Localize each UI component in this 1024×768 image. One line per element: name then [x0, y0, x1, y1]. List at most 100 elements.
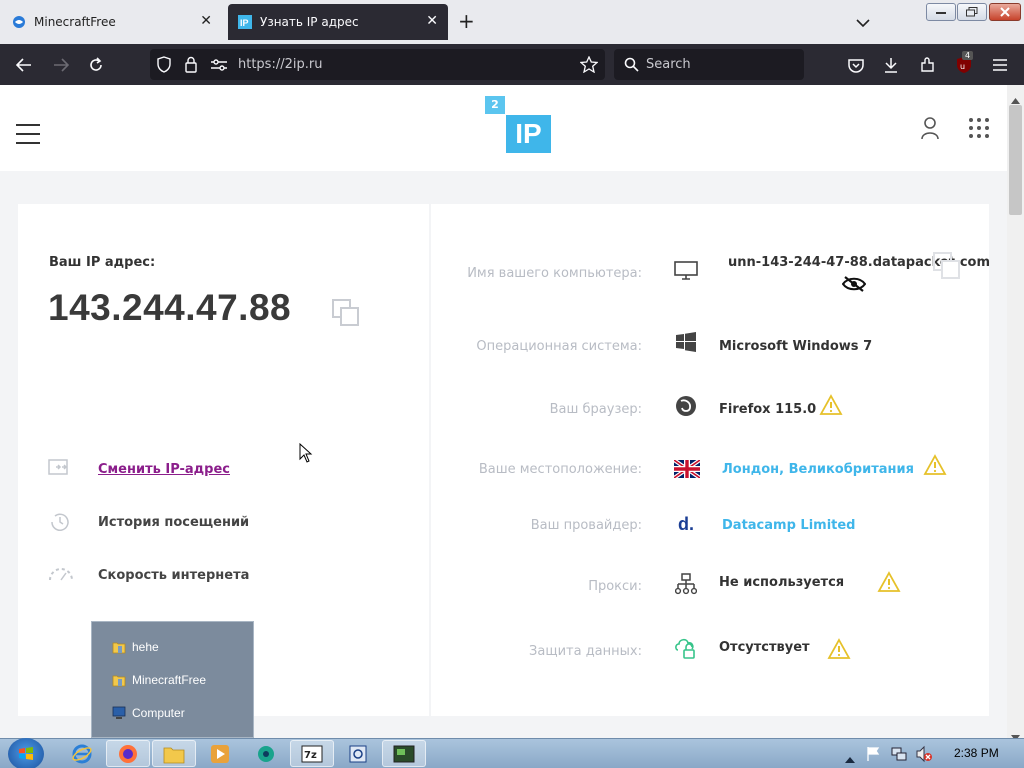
change-ip-link[interactable]: Сменить IP-адрес	[48, 457, 230, 481]
volume-muted-icon[interactable]	[915, 745, 933, 767]
7zip-icon[interactable]: 7z	[290, 740, 334, 767]
tray-expand-icon[interactable]	[845, 749, 855, 768]
media-player-icon[interactable]	[198, 740, 242, 767]
taskbar-folder-popup: hehe MinecraftFree Computer	[91, 621, 254, 738]
close-tab-icon[interactable]: ✕	[200, 14, 212, 28]
taskbar-clock[interactable]: 2:38 PM	[954, 746, 999, 760]
bookmark-star-icon[interactable]	[579, 55, 599, 77]
tab-favicon-icon	[12, 15, 26, 29]
pocket-icon[interactable]	[845, 54, 867, 76]
svg-text:7z: 7z	[304, 750, 317, 761]
reload-icon[interactable]	[85, 54, 107, 76]
popup-item-label: MinecraftFree	[132, 673, 207, 687]
start-button[interactable]	[8, 738, 44, 768]
info-value-os: Microsoft Windows 7	[719, 339, 873, 354]
network-app-icon[interactable]	[244, 740, 288, 767]
extension-badge: 4	[962, 51, 974, 60]
popup-item-computer[interactable]: Computer	[112, 703, 185, 723]
minimize-window-button[interactable]	[926, 3, 956, 21]
explorer-taskbar-icon[interactable]	[152, 740, 196, 767]
history-link[interactable]: История посещений	[48, 510, 249, 534]
downloads-icon[interactable]	[880, 54, 902, 76]
warning-icon[interactable]	[819, 394, 843, 420]
close-window-button[interactable]	[989, 3, 1021, 21]
search-bar[interactable]: Search	[614, 49, 804, 80]
site-logo[interactable]: 2 IP	[485, 96, 551, 154]
search-icon	[624, 57, 639, 76]
copy-icon[interactable]	[933, 252, 961, 284]
history-label[interactable]: История посещений	[98, 515, 249, 530]
scroll-thumb[interactable]	[1009, 105, 1022, 215]
url-text[interactable]: https://2ip.ru	[238, 57, 322, 72]
chevron-down-icon[interactable]	[856, 13, 870, 32]
info-value-provider[interactable]: Datacamp Limited	[722, 518, 856, 533]
popup-item-minecraftfree[interactable]: MinecraftFree	[112, 670, 206, 690]
unlocked-icon	[673, 635, 699, 661]
uk-flag-icon	[673, 456, 701, 482]
tab-2ip[interactable]: IP Узнать IP адрес ✕	[228, 4, 448, 40]
info-value-protection: Отсутствует	[719, 640, 810, 655]
app-window-icon[interactable]	[336, 740, 380, 767]
browser-tab-bar: MinecraftFree ✕ IP Узнать IP адрес ✕ +	[0, 0, 1024, 44]
warning-icon[interactable]	[923, 454, 947, 480]
close-tab-icon[interactable]: ✕	[426, 14, 438, 28]
tab-title: Узнать IP адрес	[260, 15, 359, 29]
hide-eye-icon[interactable]	[841, 276, 867, 296]
info-label-os: Операционная система:	[476, 339, 642, 354]
site-menu-icon[interactable]	[16, 124, 40, 151]
speedtest-label[interactable]: Скорость интернета	[98, 568, 249, 583]
monitor-icon	[673, 258, 699, 284]
tab-title: MinecraftFree	[34, 15, 116, 29]
info-label-provider: Ваш провайдер:	[530, 518, 642, 533]
speedometer-icon	[48, 564, 74, 586]
ip-label: Ваш IP адрес:	[49, 255, 156, 270]
lock-icon[interactable]	[184, 56, 198, 77]
warning-icon[interactable]	[877, 571, 901, 597]
change-ip-label[interactable]: Сменить IP-адрес	[98, 462, 230, 477]
copy-icon[interactable]	[332, 299, 360, 331]
forward-arrow-icon[interactable]	[50, 54, 72, 76]
proxy-network-icon	[673, 571, 699, 597]
back-arrow-icon[interactable]	[13, 54, 35, 76]
provider-logo-icon: d.	[673, 511, 699, 537]
ip-address[interactable]: 143.244.47.88	[48, 287, 291, 329]
info-card: Имя вашего компьютера: unn-143-244-47-88…	[431, 204, 990, 716]
shield-icon[interactable]	[156, 56, 172, 77]
search-placeholder[interactable]: Search	[646, 57, 691, 72]
mouse-cursor-icon	[299, 442, 313, 467]
extensions-icon[interactable]	[917, 54, 939, 76]
computer-icon	[112, 706, 126, 720]
site-header: 2 IP	[0, 85, 1007, 171]
tab-minecraftfree[interactable]: MinecraftFree ✕	[2, 4, 222, 40]
hamburger-menu-icon[interactable]	[989, 54, 1011, 76]
action-center-flag-icon[interactable]	[866, 746, 880, 766]
network-tray-icon[interactable]	[891, 746, 907, 766]
popup-item-label: Computer	[132, 706, 185, 720]
warning-icon[interactable]	[827, 638, 851, 664]
internet-explorer-icon[interactable]	[60, 740, 104, 767]
history-clock-icon	[48, 511, 74, 533]
logo-big: IP	[506, 115, 551, 153]
apps-grid-icon[interactable]	[968, 117, 990, 143]
info-value-location[interactable]: Лондон, Великобритания	[722, 462, 914, 477]
popup-item-label: hehe	[132, 640, 159, 654]
permissions-icon[interactable]	[210, 57, 228, 76]
logo-small: 2	[485, 96, 505, 114]
windows-taskbar: 7z 2:38 PM	[0, 738, 1024, 768]
restore-window-button[interactable]	[957, 3, 987, 21]
info-label-hostname: Имя вашего компьютера:	[467, 266, 642, 281]
new-tab-icon[interactable]: +	[458, 11, 475, 31]
info-label-protection: Защита данных:	[529, 644, 642, 659]
popup-item-hehe[interactable]: hehe	[112, 637, 159, 657]
speedtest-link[interactable]: Скорость интернета	[48, 563, 249, 587]
svg-text:d.: d.	[678, 514, 694, 534]
svg-text:u: u	[960, 62, 965, 71]
user-icon[interactable]	[920, 116, 940, 144]
browser-icon	[673, 393, 699, 419]
firefox-taskbar-icon[interactable]	[106, 740, 150, 767]
page-scrollbar[interactable]	[1007, 85, 1024, 741]
terminal-window-icon[interactable]	[382, 740, 426, 767]
info-label-location: Ваше местоположение:	[478, 462, 642, 477]
browser-toolbar: https://2ip.ru Search u 4	[0, 44, 1024, 85]
url-bar[interactable]: https://2ip.ru	[150, 49, 605, 80]
